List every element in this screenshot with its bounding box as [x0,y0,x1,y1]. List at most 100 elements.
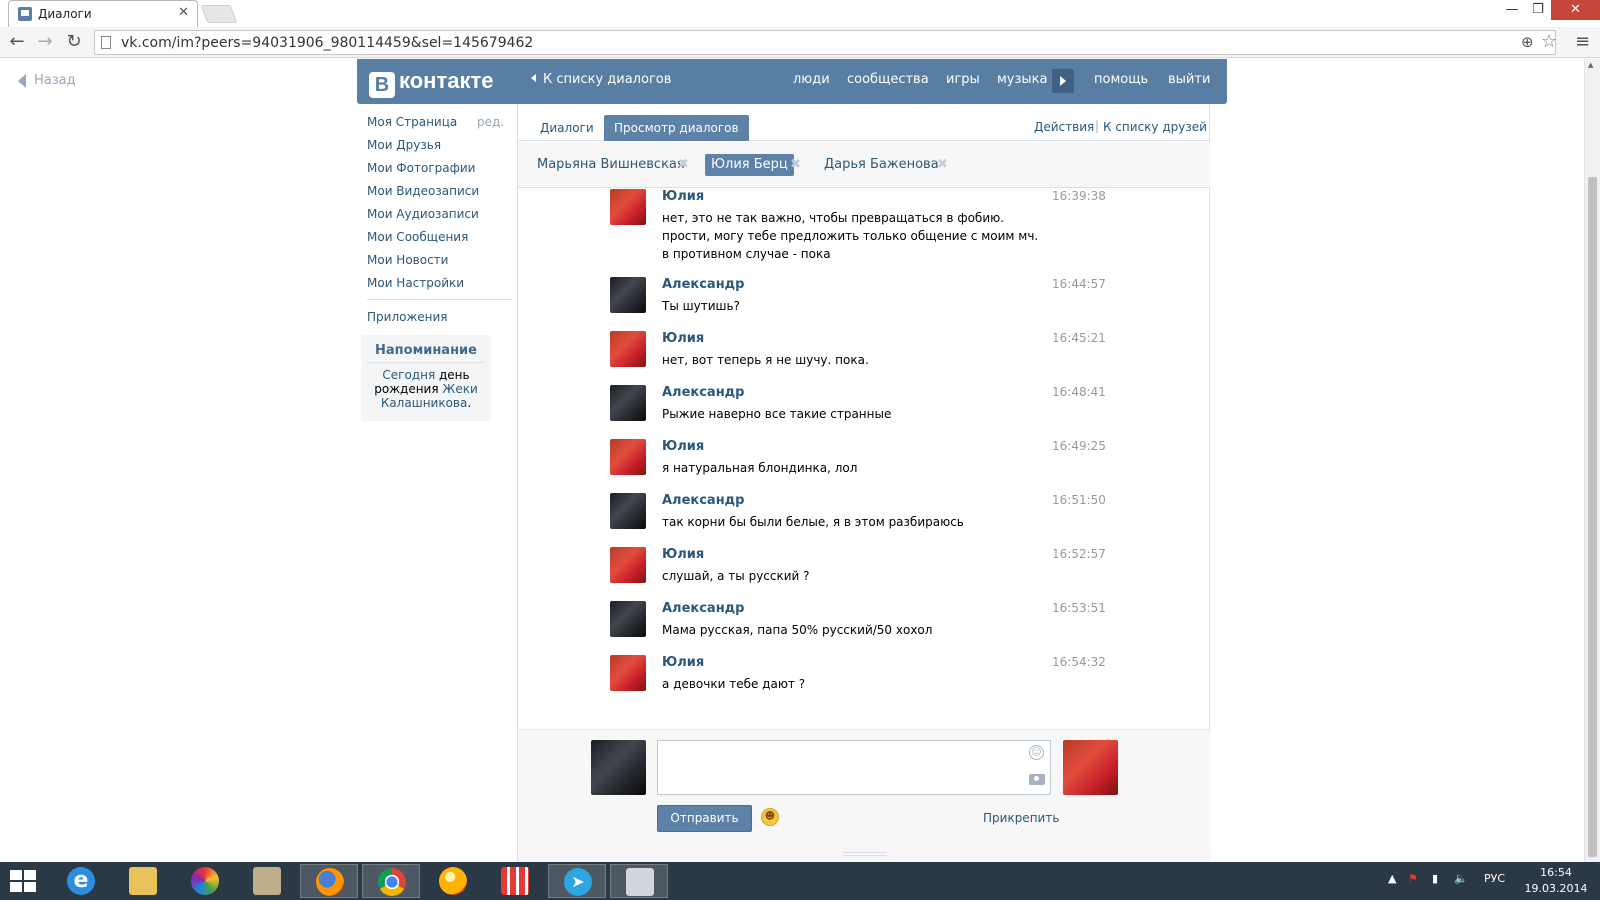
actions-link[interactable]: Действия [1034,120,1094,134]
taskbar-qip[interactable] [424,864,482,898]
avatar[interactable] [610,439,646,475]
menu-my-audio[interactable]: Мои Аудиозаписи [367,203,507,226]
avatar[interactable] [610,277,646,313]
menu-my-settings[interactable]: Мои Настройки [367,272,507,295]
action-center-flag-icon[interactable]: ⚑ [1408,872,1418,885]
message-text: я натуральная блондинка, лол [662,461,858,475]
back-link[interactable]: Назад [18,73,76,88]
tab-view-dialogs[interactable]: Просмотр диалогов [604,115,749,141]
to-friends-link[interactable]: К списку друзей [1103,120,1207,134]
menu-my-videos[interactable]: Мои Видеозаписи [367,180,507,203]
message-author[interactable]: Юлия [662,331,704,346]
taskbar-explorer[interactable] [114,864,172,898]
peer-tab-yulia[interactable]: Юлия Берц [705,154,794,176]
taskbar-picasa[interactable] [176,864,234,898]
zoom-icon[interactable]: ⊕ [1521,33,1534,51]
avatar[interactable] [610,601,646,637]
back-to-dialogs-link[interactable]: К списку диалогов [531,72,671,87]
attach-link[interactable]: Прикрепить [983,811,1059,825]
peer-tab-maryana[interactable]: Марьяна Вишневская [531,154,691,176]
message-author[interactable]: Александр [662,493,745,508]
browser-menu-icon[interactable]: ≡ [1575,31,1590,52]
forward-arrow-icon[interactable]: → [34,31,56,53]
window-restore-icon[interactable]: ❐ [1525,0,1551,20]
message-time: 16:45:21 [1052,331,1106,345]
menu-my-messages[interactable]: Мои Сообщения [367,226,507,249]
nav-people[interactable]: люди [793,72,830,87]
avatar[interactable] [610,655,646,691]
menu-my-news[interactable]: Мои Новости [367,249,507,272]
taskbar-telegram[interactable]: ➤ [548,864,606,898]
message-author[interactable]: Юлия [662,655,704,670]
avatar[interactable] [610,189,646,225]
camera-icon[interactable] [1029,774,1045,785]
send-button[interactable]: Отправить [657,805,752,832]
peer-close-icon[interactable]: ✖ [937,154,948,176]
nav-logout[interactable]: выйти [1168,72,1210,87]
message-author[interactable]: Юлия [662,547,704,562]
window-close-icon[interactable]: ✕ [1551,0,1600,20]
url-text[interactable]: vk.com/im?peers=94031906_980114459&sel=1… [121,35,533,51]
volume-icon[interactable]: 🔈 [1454,872,1468,885]
emoji-icon[interactable]: ☻ [761,808,779,826]
music-play-icon[interactable] [1052,69,1074,93]
reminder-box: Напоминание Сегодня день рождения Жеки К… [361,335,491,421]
resize-grip[interactable] [843,852,887,856]
message-author[interactable]: Александр [662,277,745,292]
menu-apps[interactable]: Приложения [367,306,507,329]
menu-my-friends[interactable]: Мои Друзья [367,134,507,157]
reload-icon[interactable]: ↻ [63,31,85,53]
tray-expand-icon[interactable]: ▲ [1388,872,1396,885]
bookmark-star-icon[interactable]: ☆ [1541,31,1557,52]
page-scrollbar[interactable]: ▲ [1584,59,1600,862]
language-indicator[interactable]: РУС [1484,872,1505,885]
avatar[interactable] [610,493,646,529]
avatar[interactable] [610,385,646,421]
tabs-separator: | [1095,119,1100,133]
taskbar-clock[interactable]: 16:54 19.03.2014 [1520,865,1592,897]
avatar[interactable] [610,331,646,367]
page-icon [101,36,111,49]
tab-close-icon[interactable]: ✕ [178,5,189,20]
menu-my-photos[interactable]: Мои Фотографии [367,157,507,180]
message-author[interactable]: Александр [662,385,745,400]
taskbar-chrome[interactable] [362,864,420,898]
nav-help[interactable]: помощь [1094,72,1148,87]
reminder-title: Напоминание [367,343,485,363]
menu-edit-link[interactable]: ред. [477,111,504,134]
taskbar-app[interactable] [238,864,296,898]
vk-favicon-icon [18,7,32,21]
taskbar-monitor[interactable] [610,864,668,898]
browser-tab[interactable]: Диалоги ✕ [8,0,198,27]
clock-time: 16:54 [1540,866,1572,879]
peer-avatar[interactable] [1063,740,1118,795]
scroll-thumb[interactable] [1588,177,1597,857]
nav-games[interactable]: игры [946,72,980,87]
smile-icon[interactable]: ☺ [1029,745,1044,760]
new-tab-button[interactable] [200,5,238,23]
peer-tab-darya[interactable]: Дарья Баженова [818,154,945,176]
taskbar-firefox[interactable] [300,864,358,898]
vk-logo[interactable]: Вконтакте [369,68,493,98]
scroll-up-icon[interactable]: ▲ [1588,61,1593,69]
window-minimize-icon[interactable]: — [1499,0,1525,20]
windows-start-icon[interactable] [10,870,38,894]
my-avatar[interactable] [591,740,646,795]
reminder-today-link[interactable]: Сегодня [382,368,435,382]
taskbar-ie[interactable]: e [52,864,110,898]
message-author[interactable]: Юлия [662,189,704,204]
message-input[interactable]: ☺ [657,740,1051,795]
nav-music[interactable]: музыка [997,72,1048,87]
message-time: 16:54:32 [1052,655,1106,669]
address-bar[interactable]: vk.com/im?peers=94031906_980114459&sel=1… [94,30,1557,55]
peer-close-icon[interactable]: ✖ [790,154,801,176]
tab-dialogs[interactable]: Диалоги [530,115,604,141]
message-author[interactable]: Александр [662,601,745,616]
back-arrow-icon[interactable]: ← [6,31,28,53]
nav-communities[interactable]: сообщества [847,72,929,87]
peer-close-icon[interactable]: ✖ [678,154,689,176]
message-author[interactable]: Юлия [662,439,704,454]
taskbar-apps[interactable] [486,864,544,898]
avatar[interactable] [610,547,646,583]
network-icon[interactable]: ▮ [1432,872,1438,885]
